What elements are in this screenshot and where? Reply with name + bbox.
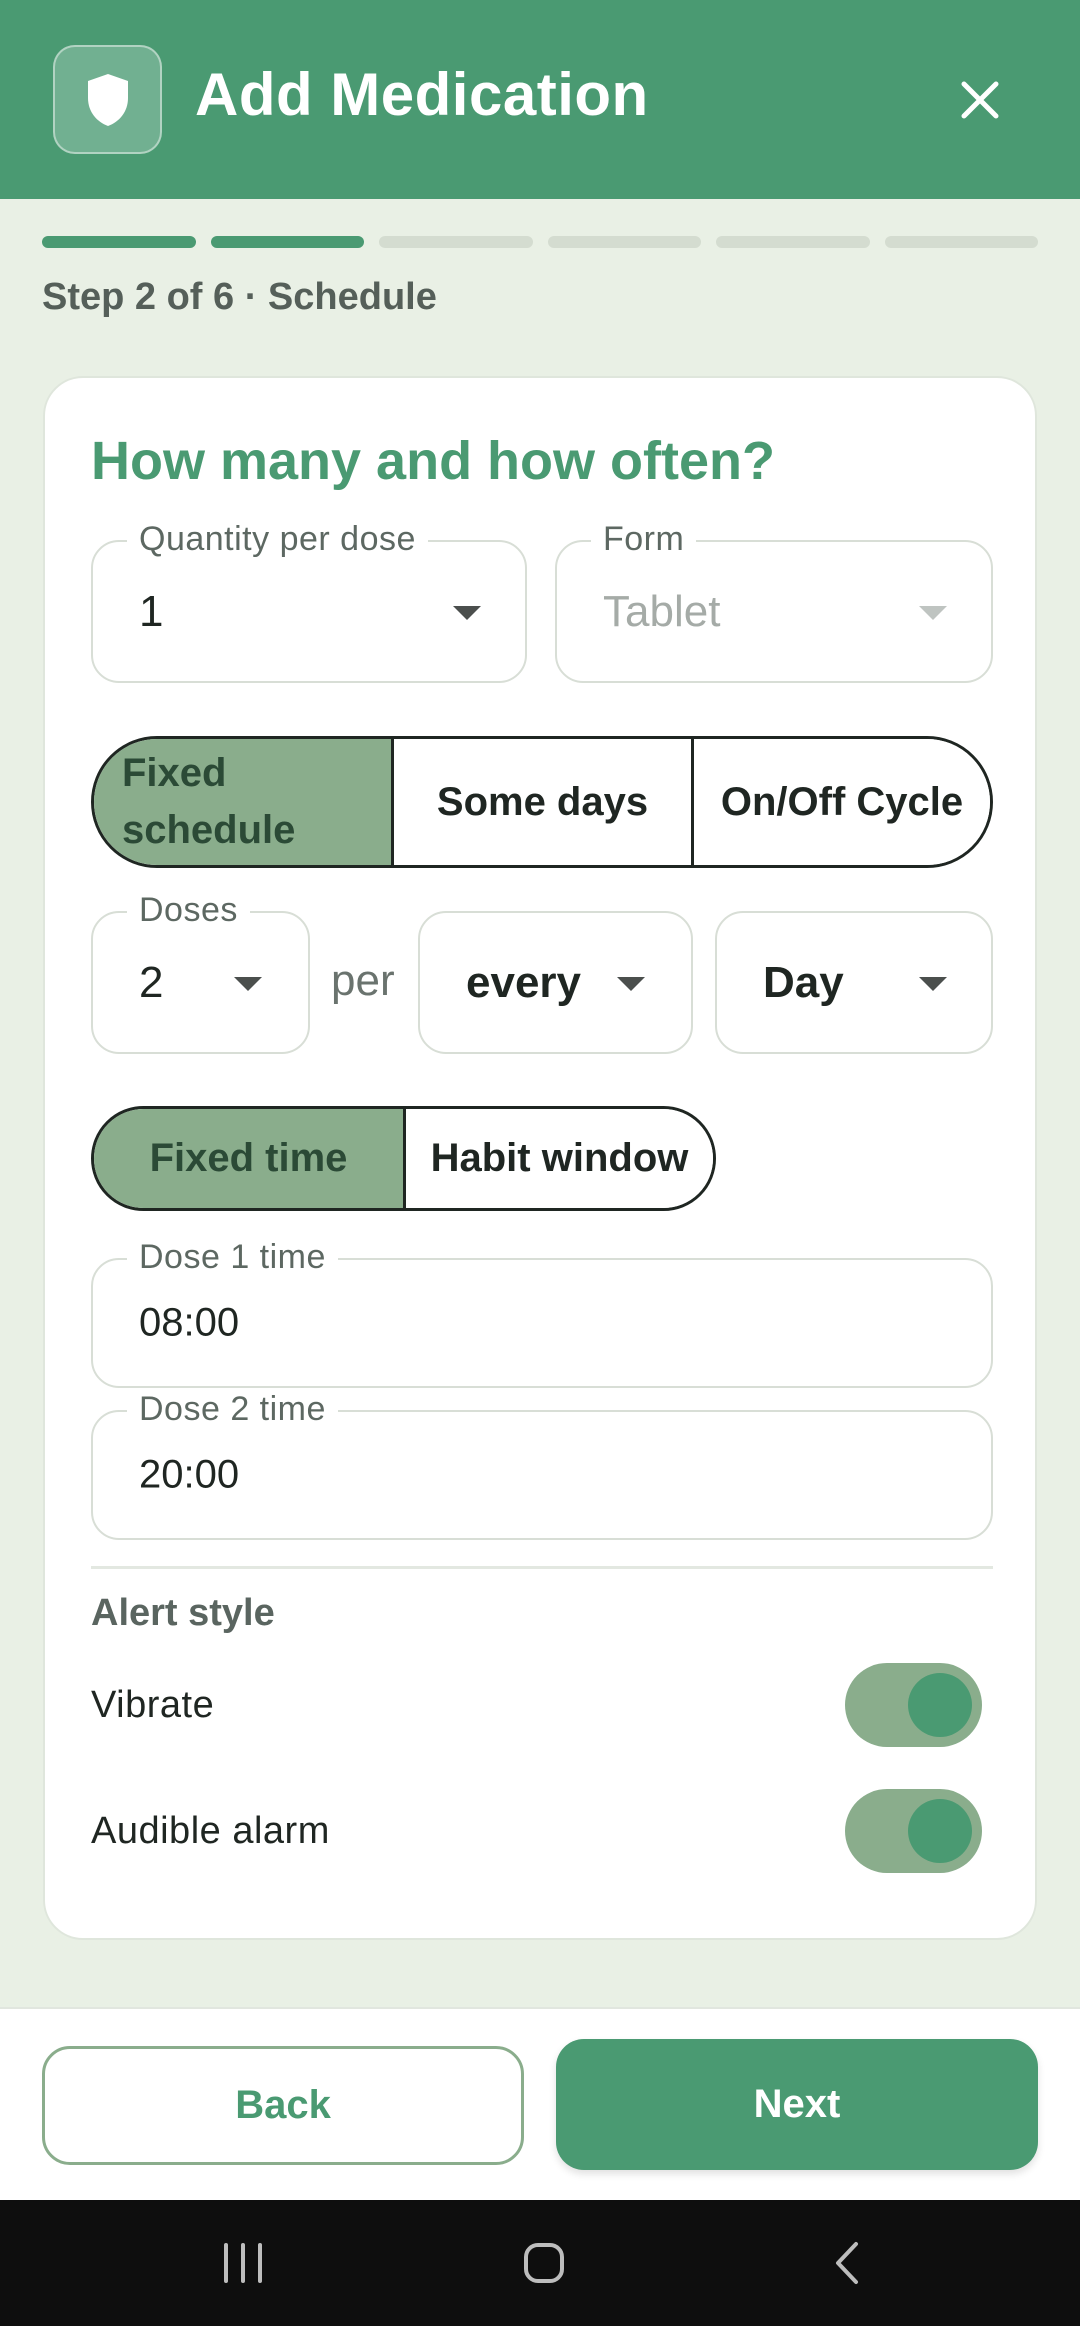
recents-icon[interactable] xyxy=(203,2228,283,2298)
quantity-label: Quantity per dose xyxy=(127,520,428,559)
bottom-action-bar: Back Next xyxy=(0,2007,1080,2200)
progress-segment xyxy=(884,236,1038,248)
toggle-knob xyxy=(908,1673,972,1737)
close-button[interactable] xyxy=(940,60,1020,140)
dose-1-time-field[interactable]: Dose 1 time 08:00 xyxy=(91,1238,993,1388)
step-progress xyxy=(42,236,1038,248)
chevron-down-icon xyxy=(617,976,645,991)
home-icon[interactable] xyxy=(504,2228,584,2298)
doses-value: 2 xyxy=(139,957,164,1007)
every-dropdown[interactable]: every xyxy=(418,911,693,1054)
option-fixed-schedule[interactable]: Fixed schedule xyxy=(94,739,394,865)
progress-segment xyxy=(716,236,870,248)
dose-2-time-value: 20:00 xyxy=(139,1452,240,1497)
toggle-knob xyxy=(908,1799,972,1863)
quantity-dropdown[interactable]: Quantity per dose 1 xyxy=(91,520,527,683)
divider xyxy=(91,1566,993,1569)
alert-style-heading: Alert style xyxy=(91,1592,275,1634)
progress-segment xyxy=(210,236,364,248)
shield-icon xyxy=(53,45,162,154)
every-value: every xyxy=(466,957,582,1007)
dose-2-time-field[interactable]: Dose 2 time 20:00 xyxy=(91,1390,993,1540)
progress-segment xyxy=(42,236,196,248)
chevron-down-icon xyxy=(453,605,481,620)
quantity-value: 1 xyxy=(139,586,164,636)
form-label: Form xyxy=(591,520,697,559)
chevron-down-icon xyxy=(234,976,262,991)
audible-alarm-label: Audible alarm xyxy=(91,1810,330,1852)
schedule-card: How many and how often? Quantity per dos… xyxy=(43,376,1037,1940)
back-nav-icon[interactable] xyxy=(808,2228,888,2298)
close-icon xyxy=(961,81,999,119)
vibrate-toggle[interactable] xyxy=(845,1663,982,1747)
dose-1-time-label: Dose 1 time xyxy=(127,1238,338,1277)
chevron-down-icon xyxy=(919,976,947,991)
back-button[interactable]: Back xyxy=(42,2046,524,2165)
dose-2-time-label: Dose 2 time xyxy=(127,1390,338,1429)
schedule-type-toggle: Fixed schedule Some days On/Off Cycle xyxy=(91,736,993,868)
dose-1-time-value: 08:00 xyxy=(139,1300,240,1345)
doses-dropdown[interactable]: Doses 2 xyxy=(91,891,310,1054)
doses-label: Doses xyxy=(127,891,250,930)
app-bar: Add Medication xyxy=(0,0,1080,199)
system-nav-bar xyxy=(0,2200,1080,2326)
audible-alarm-toggle[interactable] xyxy=(845,1789,982,1873)
option-habit-window[interactable]: Habit window xyxy=(406,1109,713,1208)
card-title: How many and how often? xyxy=(91,431,775,491)
option-on-off-cycle[interactable]: On/Off Cycle xyxy=(694,739,990,865)
time-mode-toggle: Fixed time Habit window xyxy=(91,1106,716,1211)
page-title: Add Medication xyxy=(195,61,649,128)
period-dropdown[interactable]: Day xyxy=(715,911,993,1054)
vibrate-label: Vibrate xyxy=(91,1684,215,1726)
form-dropdown[interactable]: Form Tablet xyxy=(555,520,993,683)
progress-segment xyxy=(379,236,533,248)
period-value: Day xyxy=(763,957,844,1007)
per-text: per xyxy=(331,956,395,1005)
next-button[interactable]: Next xyxy=(556,2039,1038,2170)
form-value: Tablet xyxy=(603,586,721,636)
option-fixed-time[interactable]: Fixed time xyxy=(94,1109,406,1208)
progress-segment xyxy=(547,236,701,248)
step-label: Step 2 of 6 · Schedule xyxy=(42,276,437,318)
option-some-days[interactable]: Some days xyxy=(394,739,694,865)
chevron-down-icon xyxy=(919,605,947,620)
